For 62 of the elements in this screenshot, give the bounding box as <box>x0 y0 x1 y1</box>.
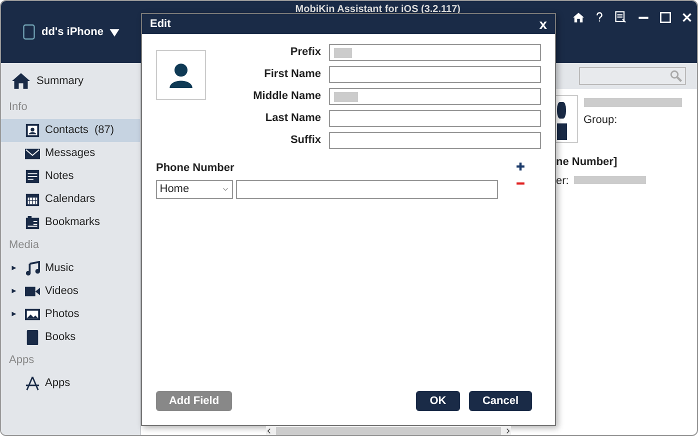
expand-arrow-icon[interactable] <box>11 287 17 296</box>
input-field[interactable] <box>329 66 541 83</box>
phone-input[interactable] <box>236 180 498 198</box>
sidebar-item[interactable]: Photos <box>1 302 140 326</box>
field-label: First Name <box>263 67 322 82</box>
home-icon[interactable] <box>572 12 584 22</box>
close-button[interactable]: x <box>539 14 547 34</box>
sidebar-item[interactable]: Books <box>1 326 140 349</box>
sidebar-item[interactable]: Calendars <box>1 188 140 211</box>
image-icon <box>24 306 40 322</box>
sidebar-item[interactable]: Contacts (87) <box>1 118 140 142</box>
expand-arrow-icon[interactable] <box>11 310 17 318</box>
sidebar-item[interactable]: Notes <box>1 164 140 188</box>
section-title: ne Number] <box>556 155 618 170</box>
notes-icon <box>24 168 40 184</box>
sidebar-item[interactable]: Music <box>1 256 140 280</box>
music-note-icon <box>24 260 40 276</box>
add-icon[interactable] <box>516 162 525 171</box>
field-label: Prefix <box>289 45 322 60</box>
bookmark-icon <box>24 214 40 230</box>
input-field[interactable] <box>329 110 541 127</box>
search-icon <box>670 70 682 82</box>
sidebar-item[interactable]: Videos <box>1 280 140 303</box>
section-header: Apps <box>8 352 36 368</box>
calendar-icon <box>24 192 40 207</box>
ok-button[interactable]: OK <box>416 391 460 411</box>
app-store-icon <box>24 376 40 391</box>
dialog-title: Edit <box>150 16 171 32</box>
app-title: MobiKin Assistant for iOS (3.2.117) <box>295 3 460 17</box>
add-field-button[interactable]: Add Field <box>156 391 232 411</box>
home-icon <box>11 72 31 90</box>
input-field[interactable] <box>329 132 541 149</box>
sidebar-item[interactable]: Apps <box>1 372 140 395</box>
expand-arrow-icon[interactable] <box>11 264 17 272</box>
sidebar-item[interactable]: Bookmarks <box>1 210 140 234</box>
device-name[interactable]: dd's iPhone <box>42 24 104 40</box>
dropdown-caret-icon[interactable] <box>108 26 120 38</box>
type-dropdown[interactable]: Home <box>156 180 233 198</box>
input-field[interactable] <box>329 88 541 105</box>
sidebar-item[interactable]: Messages <box>1 142 140 165</box>
register-icon[interactable] <box>614 11 626 23</box>
scroll-right-icon[interactable] <box>505 427 511 435</box>
field-label: Middle Name <box>252 89 322 104</box>
scrollbar-thumb[interactable] <box>276 427 501 435</box>
group-label: Group: <box>584 113 618 128</box>
input-field[interactable] <box>329 44 541 61</box>
chevron-down-icon <box>222 186 230 192</box>
scroll-left-icon[interactable] <box>266 427 272 435</box>
book-icon <box>24 330 40 345</box>
section-label: Phone Number <box>156 161 236 176</box>
field-label: Last Name <box>264 111 322 126</box>
section-header: Media <box>8 238 40 253</box>
search-field[interactable] <box>579 67 686 85</box>
sidebar-item[interactable]: Summary <box>1 66 140 96</box>
section-header: Info <box>8 100 28 115</box>
contact-card-icon <box>24 122 40 138</box>
help-icon[interactable] <box>594 11 604 23</box>
field-label: er: <box>556 174 569 190</box>
close-icon[interactable] <box>682 12 692 22</box>
cancel-button[interactable]: Cancel <box>469 391 532 411</box>
maximize-icon[interactable] <box>660 12 670 22</box>
field-label: Suffix <box>289 133 322 148</box>
